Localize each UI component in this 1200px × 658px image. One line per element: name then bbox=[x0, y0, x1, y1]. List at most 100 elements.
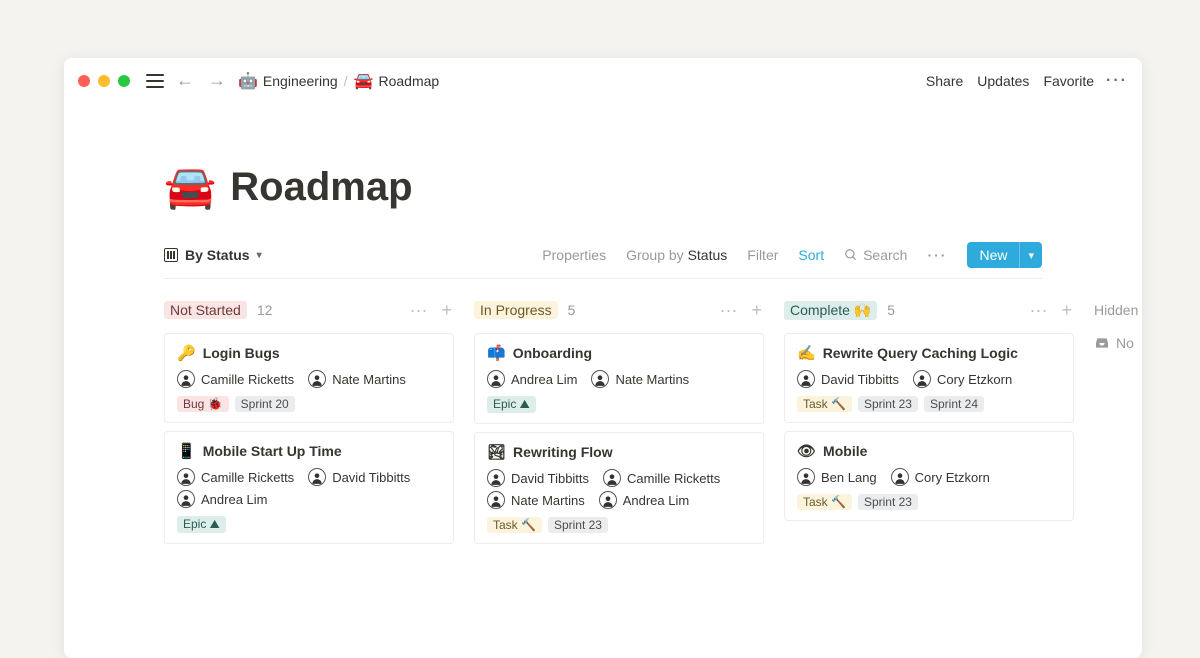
column-more-icon[interactable]: ··· bbox=[718, 300, 740, 321]
column-header: Complete 🙌 5 ··· + bbox=[784, 297, 1074, 323]
page-title: 🚘 Roadmap bbox=[164, 163, 1042, 212]
groupby-prefix: Group by bbox=[626, 247, 687, 263]
column-add-icon[interactable]: + bbox=[749, 300, 764, 321]
new-button-dropdown[interactable]: ▾ bbox=[1019, 242, 1042, 268]
assignee-name: Andrea Lim bbox=[623, 493, 689, 508]
column-header: Not Started12···+ bbox=[164, 297, 454, 323]
card-emoji-icon: 📱 bbox=[177, 442, 196, 460]
assignee-name: David Tibbitts bbox=[511, 471, 589, 486]
view-controls: By Status ▾ Properties Group by Status F… bbox=[164, 242, 1042, 279]
avatar-icon bbox=[487, 491, 505, 509]
column-add-icon[interactable]: + bbox=[439, 300, 454, 321]
kanban-board: Not Started12···+🔑Login BugsCamille Rick… bbox=[164, 279, 1042, 552]
column-count: 5 bbox=[568, 302, 576, 318]
properties-button[interactable]: Properties bbox=[542, 247, 606, 263]
search-button[interactable]: Search bbox=[844, 247, 907, 263]
avatar-icon bbox=[487, 370, 505, 388]
avatar-icon bbox=[591, 370, 609, 388]
column-more-icon[interactable]: ··· bbox=[1028, 300, 1050, 321]
tag-list: Epic ⛰ bbox=[177, 516, 441, 533]
breadcrumb-separator: / bbox=[344, 73, 348, 89]
assignee-name: Cory Etzkorn bbox=[937, 372, 1012, 387]
close-window-icon[interactable] bbox=[78, 75, 90, 87]
card[interactable]: 🔑Login BugsCamille RickettsNate MartinsB… bbox=[164, 333, 454, 423]
search-icon bbox=[844, 248, 858, 262]
assignee: Andrea Lim bbox=[487, 370, 577, 388]
assignee-name: Nate Martins bbox=[615, 372, 689, 387]
tag-task: Task 🔨 bbox=[797, 494, 852, 510]
breadcrumb-item-engineering[interactable]: 🤖 Engineering bbox=[238, 71, 338, 91]
tag-epic: Epic ⛰ bbox=[177, 516, 226, 533]
new-button-main[interactable]: New bbox=[967, 242, 1019, 268]
assignee: Andrea Lim bbox=[177, 490, 267, 508]
assignee: Nate Martins bbox=[308, 370, 406, 388]
tag-sprint: Sprint 24 bbox=[924, 396, 984, 412]
assignee-list: Ben LangCory Etzkorn bbox=[797, 468, 1061, 486]
card[interactable]: ✍️Rewrite Query Caching Logic David Tibbi… bbox=[784, 333, 1074, 423]
column-inprogress: In Progress5···+📫OnboardingAndrea LimNat… bbox=[474, 297, 764, 552]
car-icon: 🚘 bbox=[354, 71, 374, 91]
assignee: David Tibbitts bbox=[308, 468, 410, 486]
assignee: David Tibbitts bbox=[487, 469, 589, 487]
filter-button[interactable]: Filter bbox=[747, 247, 778, 263]
card[interactable]: 🏞Rewriting FlowDavid TibbittsCamille Ric… bbox=[474, 432, 764, 544]
hamburger-icon[interactable] bbox=[146, 74, 164, 88]
column-complete: Complete 🙌 5 ··· + ✍️Rewrite Query Caching L… bbox=[784, 297, 1074, 552]
page-title-text: Roadmap bbox=[230, 165, 412, 210]
maximize-window-icon[interactable] bbox=[118, 75, 130, 87]
share-button[interactable]: Share bbox=[924, 69, 965, 93]
sort-button[interactable]: Sort bbox=[798, 247, 824, 263]
card-title: ✍️Rewrite Query Caching Logic bbox=[797, 344, 1061, 362]
card[interactable]: 📱 Mobile Start Up Time Camille Ricketts Dav… bbox=[164, 431, 454, 544]
hidden-columns-label[interactable]: Hidden bbox=[1094, 302, 1138, 318]
avatar-icon bbox=[308, 468, 326, 486]
column-count: 5 bbox=[887, 302, 895, 318]
column-add-icon[interactable]: + bbox=[1059, 300, 1074, 321]
favorite-button[interactable]: Favorite bbox=[1041, 69, 1096, 93]
column-more-icon[interactable]: ··· bbox=[408, 300, 430, 321]
card-title-text: Mobile Start Up Time bbox=[203, 443, 342, 459]
assignee-list: Andrea Lim Nate Martins bbox=[487, 370, 751, 388]
card-emoji-icon: 🔑 bbox=[177, 344, 196, 362]
avatar-icon bbox=[599, 491, 617, 509]
avatar-icon bbox=[603, 469, 621, 487]
card-title: 🔑Login Bugs bbox=[177, 344, 441, 362]
more-view-options-icon[interactable]: ··· bbox=[927, 247, 947, 263]
page-body: 🚘 Roadmap By Status ▾ Properties Group b… bbox=[64, 103, 1142, 552]
back-button[interactable]: ← bbox=[174, 70, 196, 91]
no-status-group[interactable]: No bbox=[1094, 333, 1142, 351]
avatar-icon bbox=[308, 370, 326, 388]
column-title[interactable]: Not Started bbox=[164, 301, 247, 319]
assignee-name: Camille Ricketts bbox=[201, 470, 294, 485]
updates-button[interactable]: Updates bbox=[975, 69, 1031, 93]
groupby-button[interactable]: Group by Status bbox=[626, 247, 727, 263]
assignee-name: Camille Ricketts bbox=[201, 372, 294, 387]
column-title[interactable]: Complete 🙌 bbox=[784, 301, 877, 320]
new-button: New ▾ bbox=[967, 242, 1042, 268]
column-hidden: Hidden No bbox=[1094, 297, 1142, 552]
topbar: ← → 🤖 Engineering / 🚘 Roadmap Share Upda… bbox=[64, 58, 1142, 103]
tag-task: Task 🔨 bbox=[487, 517, 542, 533]
avatar-icon bbox=[487, 469, 505, 487]
assignee: Camille Ricketts bbox=[177, 370, 294, 388]
more-menu-icon[interactable]: ··· bbox=[1106, 72, 1128, 90]
search-label: Search bbox=[863, 247, 907, 263]
card[interactable]: 📫OnboardingAndrea LimNate MartinsEpic ⛰ bbox=[474, 333, 764, 424]
assignee-name: Andrea Lim bbox=[201, 492, 267, 507]
avatar-icon bbox=[797, 370, 815, 388]
minimize-window-icon[interactable] bbox=[98, 75, 110, 87]
card[interactable]: 👁MobileBen LangCory EtzkornTask 🔨Sprint … bbox=[784, 431, 1074, 521]
assignee-list: David TibbittsCamille RickettsNate Marti… bbox=[487, 469, 751, 509]
card-emoji-icon: ✍️ bbox=[797, 344, 816, 362]
breadcrumb-item-roadmap[interactable]: 🚘 Roadmap bbox=[354, 71, 440, 91]
column-title[interactable]: In Progress bbox=[474, 301, 558, 319]
forward-button[interactable]: → bbox=[206, 70, 228, 91]
avatar-icon bbox=[913, 370, 931, 388]
groupby-value: Status bbox=[688, 247, 728, 263]
app-window: ← → 🤖 Engineering / 🚘 Roadmap Share Upda… bbox=[64, 58, 1142, 658]
chevron-down-icon: ▾ bbox=[257, 250, 262, 261]
view-selector[interactable]: By Status ▾ bbox=[164, 247, 262, 263]
robot-icon: 🤖 bbox=[238, 71, 258, 91]
assignee-list: David TibbittsCory Etzkorn bbox=[797, 370, 1061, 388]
assignee-name: Andrea Lim bbox=[511, 372, 577, 387]
